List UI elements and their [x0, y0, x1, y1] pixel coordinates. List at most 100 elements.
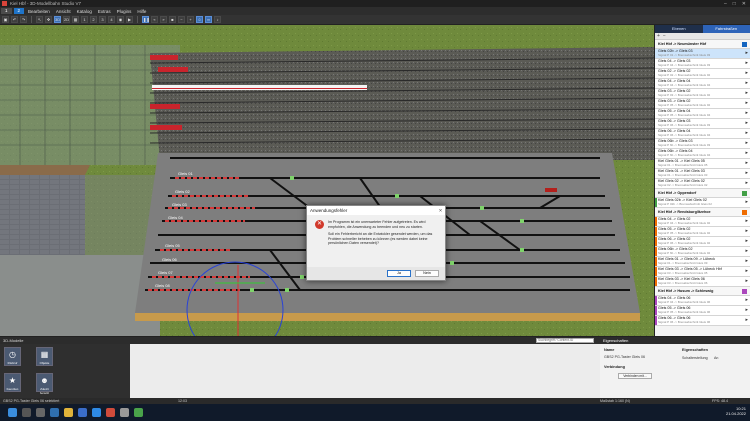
file-menu-chip[interactable]: 1: [1, 8, 12, 14]
app-icon-extra[interactable]: [120, 408, 129, 417]
yes-button[interactable]: Ja: [387, 270, 411, 277]
route-item[interactable]: Kiel Gleis 01 -> Kiel Gleis 03 Signal 01 …: [655, 169, 750, 179]
route-item[interactable]: Gleis 02b -> Gleis 03 Signal P 01 -> Brem…: [655, 49, 750, 59]
forward-icon[interactable]: »: [160, 16, 167, 23]
numeric-3-button[interactable]: 3: [99, 16, 106, 23]
play-icon[interactable]: ▶: [126, 16, 133, 23]
play-route-icon[interactable]: ▸: [745, 50, 748, 56]
numeric-4-button[interactable]: 4: [108, 16, 115, 23]
pause-icon[interactable]: ❚❚: [142, 16, 150, 23]
play-route-icon[interactable]: ▸: [745, 150, 748, 156]
add-route-icon[interactable]: +: [657, 33, 660, 40]
play-route-icon[interactable]: ▸: [745, 317, 748, 323]
play-route-icon[interactable]: ▸: [745, 228, 748, 234]
3d-viewport[interactable]: Gleis 01 Gleis 02 Gleis 03 Gleis 04 Glei…: [0, 25, 654, 336]
play-route-icon[interactable]: ▸: [745, 248, 748, 254]
scene-render[interactable]: Gleis 01 Gleis 02 Gleis 03 Gleis 04 Glei…: [0, 25, 654, 336]
route-group[interactable]: Kiel Hbf -> Rendsburg/Itzehoe: [655, 208, 750, 217]
route-item[interactable]: Gleis 06 -> Gleis 02 Signal P 06 -> Brems…: [655, 237, 750, 247]
move-icon[interactable]: ✥: [45, 16, 52, 23]
name-value[interactable]: GBS2 PG-Taster Gleis 06: [604, 355, 645, 359]
route-item[interactable]: Kiel Gleis 01 -> Gleis 09 -> Lübeck Signa…: [655, 257, 750, 267]
dialog-close-icon[interactable]: ✕: [436, 206, 445, 215]
start-icon[interactable]: [8, 408, 17, 417]
menu-hilfe[interactable]: Hilfe: [134, 9, 149, 14]
route-item[interactable]: Gleis 03 -> Gleis 02 Signal P 03 -> Brems…: [655, 89, 750, 99]
play-route-icon[interactable]: ▸: [745, 268, 748, 274]
view-2d-icon[interactable]: 2D: [63, 16, 70, 23]
numeric-1-button[interactable]: 1: [81, 16, 88, 23]
maximize-icon[interactable]: □: [733, 1, 736, 7]
route-item[interactable]: Gleis 06 -> Gleis 06 Signal P 06 -> Brems…: [655, 316, 750, 326]
editor-icon[interactable]: [134, 408, 143, 417]
menu-extras[interactable]: Extras: [95, 9, 114, 14]
modelbahn-icon[interactable]: [106, 408, 115, 417]
play-route-icon[interactable]: ▸: [745, 130, 748, 136]
route-item[interactable]: Kiel Gleis 03 -> Gleis 05 -> Lübeck Hbf S…: [655, 267, 750, 277]
menu-katalog[interactable]: Katalog: [74, 9, 95, 14]
track-icon[interactable]: ═: [205, 16, 212, 23]
play-route-icon[interactable]: ▸: [745, 100, 748, 106]
rewind-icon[interactable]: «: [151, 16, 158, 23]
play-route-icon[interactable]: ▸: [745, 278, 748, 284]
route-item[interactable]: Gleis 04 -> Gleis 04 Signal P 04 -> Brems…: [655, 79, 750, 89]
route-item[interactable]: Gleis 06b -> Gleis 04 Signal P 6b -> Brem…: [655, 149, 750, 159]
sound-icon[interactable]: ♪: [214, 16, 221, 23]
menu-plugins[interactable]: Plugins: [114, 9, 135, 14]
route-item[interactable]: Gleis 04 -> Gleis 02 Signal P 04 -> Brems…: [655, 217, 750, 227]
menu-bearbeiten[interactable]: Bearbeiten: [25, 9, 53, 14]
play-route-icon[interactable]: ▸: [745, 238, 748, 244]
route-item[interactable]: Gleis 02 -> Gleis 02 Signal P 02 -> Brems…: [655, 69, 750, 79]
route-item[interactable]: Kiel Gleis 02b -> Kiel Gleis 02 Signal P …: [655, 198, 750, 208]
play-route-icon[interactable]: ▸: [745, 258, 748, 264]
play-route-icon[interactable]: ▸: [745, 307, 748, 313]
close-icon[interactable]: ✕: [742, 1, 746, 7]
person-icon[interactable]: ☺: [196, 16, 203, 23]
route-item[interactable]: Gleis 06 -> Gleis 04 Signal P 06 -> Brems…: [655, 129, 750, 139]
route-item[interactable]: Gleis 05 -> Gleis 02 Signal P 05 -> Brems…: [655, 227, 750, 237]
undo-icon[interactable]: ↶: [11, 16, 18, 23]
play-route-icon[interactable]: ▸: [745, 218, 748, 224]
route-group-color-swatch[interactable]: [742, 42, 747, 47]
no-button[interactable]: Nein: [415, 270, 439, 277]
route-item[interactable]: Gleis 05 -> Gleis 06 Signal P 05 -> Brems…: [655, 306, 750, 316]
numeric-2-button[interactable]: 2: [90, 16, 97, 23]
play-route-icon[interactable]: ▸: [745, 90, 748, 96]
route-group[interactable]: Kiel Hbf -> Husum -> Schleswig: [655, 287, 750, 296]
play-route-icon[interactable]: ▸: [745, 140, 748, 146]
play-route-icon[interactable]: ▸: [745, 180, 748, 186]
play-route-icon[interactable]: ▸: [745, 297, 748, 303]
play-route-icon[interactable]: ▸: [745, 70, 748, 76]
edge-icon[interactable]: [78, 408, 87, 417]
explorer-icon[interactable]: [64, 408, 73, 417]
route-item[interactable]: Kiel Gleis 01 -> Kiel Gleis 05 Signal 01 …: [655, 159, 750, 169]
search-input[interactable]: Suchbegriff / Content-ID: [536, 338, 594, 343]
play-route-icon[interactable]: ▸: [745, 60, 748, 66]
menu-ansicht[interactable]: Ansicht: [53, 9, 74, 14]
remove-route-icon[interactable]: −: [663, 33, 666, 40]
minimize-icon[interactable]: –: [724, 1, 727, 7]
taskview-icon[interactable]: [36, 408, 45, 417]
route-item[interactable]: Gleis 06 -> Gleis 03 Signal P 06 -> Brems…: [655, 119, 750, 129]
switch-state-value[interactable]: An: [714, 356, 718, 360]
tile-objekte[interactable]: ▦ Objekte: [36, 347, 53, 366]
play-route-icon[interactable]: ▸: [745, 110, 748, 116]
tab-fahrstrassen[interactable]: Fahrstraßen: [702, 25, 750, 33]
route-item[interactable]: Kiel Gleis 02 -> Kiel Gleis 02 Signal 02 …: [655, 179, 750, 189]
play-route-icon[interactable]: ▸: [745, 80, 748, 86]
search-icon[interactable]: [22, 408, 31, 417]
play-route-icon[interactable]: ▸: [745, 160, 748, 166]
speed-up-icon[interactable]: +: [187, 16, 194, 23]
route-group-color-swatch[interactable]: [742, 289, 747, 294]
model-list-area[interactable]: [130, 344, 600, 399]
tile-zuletzt[interactable]: ☻ Zuletzt benutzt: [36, 373, 53, 395]
grid-icon[interactable]: ▦: [72, 16, 79, 23]
route-group-color-swatch[interactable]: [742, 210, 747, 215]
route-group-color-swatch[interactable]: [742, 191, 747, 196]
route-item[interactable]: Gleis 04 -> Gleis 03 Signal P 04 -> Brems…: [655, 59, 750, 69]
route-item[interactable]: Gleis 06b -> Gleis 03 Signal P 6b -> Brem…: [655, 139, 750, 149]
tile-rueckruf[interactable]: ◷ Rückruf: [4, 347, 21, 366]
route-item[interactable]: Gleis 03 -> Gleis 02 Signal P 05 -> Brems…: [655, 99, 750, 109]
route-item[interactable]: Gleis 06b -> Gleis 02 Signal P 6b -> Brem…: [655, 247, 750, 257]
play-route-icon[interactable]: ▸: [745, 120, 748, 126]
